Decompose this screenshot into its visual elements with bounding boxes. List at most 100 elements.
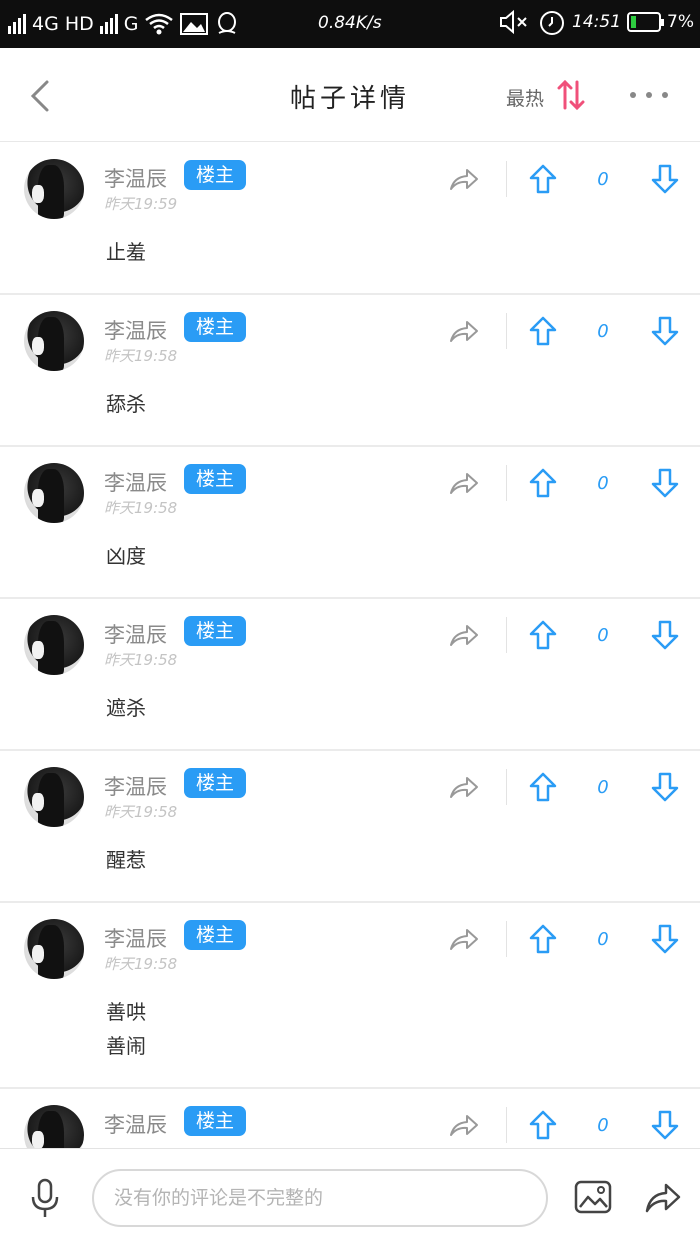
divider <box>506 617 507 653</box>
post-content: 止羞 <box>106 235 146 269</box>
user-name[interactable]: 李温辰 <box>104 315 167 345</box>
user-name[interactable]: 李温辰 <box>104 1109 167 1139</box>
post-item: 李温辰 楼主 0 <box>0 1089 700 1148</box>
downvote-icon[interactable] <box>650 467 680 499</box>
post-content: 醒惹 <box>106 843 146 877</box>
vote-count: 0 <box>597 169 609 190</box>
avatar[interactable] <box>24 767 84 827</box>
post-content: 凶度 <box>106 539 146 573</box>
user-name[interactable]: 李温辰 <box>104 163 167 193</box>
owner-badge: 楼主 <box>184 464 246 494</box>
share-icon[interactable] <box>448 469 480 497</box>
post-text-line: 止羞 <box>106 240 146 264</box>
owner-badge: 楼主 <box>184 160 246 190</box>
post-item: 李温辰 楼主 昨天19:58 舔杀 0 <box>0 295 700 447</box>
page-title: 帖子详情 <box>289 84 410 114</box>
mute-icon <box>500 9 527 35</box>
owner-badge: 楼主 <box>184 920 246 950</box>
post-content: 善哄 善闹 <box>106 995 146 1063</box>
divider <box>506 1107 507 1143</box>
post-item: 李温辰 楼主 昨天19:59 止羞 0 <box>0 143 700 295</box>
share-icon[interactable] <box>448 317 480 345</box>
post-text-line: 遮杀 <box>106 696 146 720</box>
divider <box>506 465 507 501</box>
avatar[interactable] <box>24 615 84 675</box>
status-left: 4G HD G <box>0 11 240 37</box>
upvote-icon[interactable] <box>528 467 558 499</box>
avatar[interactable] <box>24 463 84 523</box>
image-icon[interactable] <box>574 1179 612 1215</box>
divider <box>506 921 507 957</box>
sort-toggle-icon[interactable] <box>557 78 585 112</box>
post-time: 昨天19:59 <box>104 195 178 213</box>
comment-input[interactable] <box>92 1169 548 1227</box>
user-name[interactable]: 李温辰 <box>104 619 167 649</box>
share-icon[interactable] <box>448 621 480 649</box>
image-notification-icon <box>180 13 209 35</box>
qq-icon <box>218 12 237 34</box>
upvote-icon[interactable] <box>528 1109 558 1141</box>
status-right: 14:51 7% <box>498 8 694 36</box>
post-time: 昨天19:58 <box>104 347 178 365</box>
downvote-icon[interactable] <box>650 163 680 195</box>
downvote-icon[interactable] <box>650 619 680 651</box>
post-text-line: 善哄 <box>106 1000 146 1024</box>
user-name[interactable]: 李温辰 <box>104 923 167 953</box>
avatar[interactable] <box>24 1105 84 1148</box>
divider <box>506 161 507 197</box>
upvote-icon[interactable] <box>528 923 558 955</box>
clock: 14:51 <box>572 12 622 32</box>
signal-icon <box>8 14 26 34</box>
post-time: 昨天19:58 <box>104 955 178 973</box>
upvote-icon[interactable] <box>528 619 558 651</box>
user-name[interactable]: 李温辰 <box>104 771 167 801</box>
post-content: 舔杀 <box>106 387 146 421</box>
upvote-icon[interactable] <box>528 771 558 803</box>
share-icon[interactable] <box>448 925 480 953</box>
downvote-icon[interactable] <box>650 315 680 347</box>
share-icon[interactable] <box>448 773 480 801</box>
post-text-line: 凶度 <box>106 544 146 568</box>
avatar[interactable] <box>24 159 84 219</box>
post-time: 昨天19:58 <box>104 651 178 669</box>
upvote-icon[interactable] <box>528 163 558 195</box>
more-button[interactable] <box>630 88 668 102</box>
user-name[interactable]: 李温辰 <box>104 467 167 497</box>
divider <box>506 313 507 349</box>
post-item: 李温辰 楼主 昨天19:58 凶度 0 <box>0 447 700 599</box>
avatar[interactable] <box>24 919 84 979</box>
vote-count: 0 <box>597 473 609 494</box>
post-item: 李温辰 楼主 昨天19:58 遮杀 0 <box>0 599 700 751</box>
network-speed: 0.84K/s <box>318 13 382 33</box>
vote-count: 0 <box>597 1115 609 1136</box>
status-bar: 4G HD G 0.84K/s 14:51 7% <box>0 0 700 48</box>
microphone-icon[interactable] <box>28 1177 62 1219</box>
vote-count: 0 <box>597 625 609 646</box>
owner-badge: 楼主 <box>184 1106 246 1136</box>
downvote-icon[interactable] <box>650 1109 680 1141</box>
share-post-icon[interactable] <box>644 1179 682 1215</box>
vote-count: 0 <box>597 321 609 342</box>
hd-indicator: HD <box>64 13 94 35</box>
network-type: 4G <box>32 13 59 35</box>
downvote-icon[interactable] <box>650 923 680 955</box>
upvote-icon[interactable] <box>528 315 558 347</box>
divider <box>506 769 507 805</box>
owner-badge: 楼主 <box>184 312 246 342</box>
post-item: 李温辰 楼主 昨天19:58 醒惹 0 <box>0 751 700 903</box>
battery-level: 7% <box>667 12 694 32</box>
avatar[interactable] <box>24 311 84 371</box>
owner-badge: 楼主 <box>184 768 246 798</box>
sort-label[interactable]: 最热 <box>506 84 544 111</box>
share-icon[interactable] <box>448 165 480 193</box>
signal-icon-2 <box>99 14 118 34</box>
post-text-line: 舔杀 <box>106 392 146 416</box>
post-time: 昨天19:58 <box>104 499 178 517</box>
alarm-icon <box>540 11 565 35</box>
downvote-icon[interactable] <box>650 771 680 803</box>
share-icon[interactable] <box>448 1111 480 1139</box>
post-list: 李温辰 楼主 昨天19:59 止羞 0 李温辰 楼主 昨天19:58 舔杀 0 … <box>0 143 700 1148</box>
post-text-line: 醒惹 <box>106 848 146 872</box>
battery-icon <box>627 12 665 32</box>
post-item: 李温辰 楼主 昨天19:58 善哄 善闹 0 <box>0 903 700 1089</box>
